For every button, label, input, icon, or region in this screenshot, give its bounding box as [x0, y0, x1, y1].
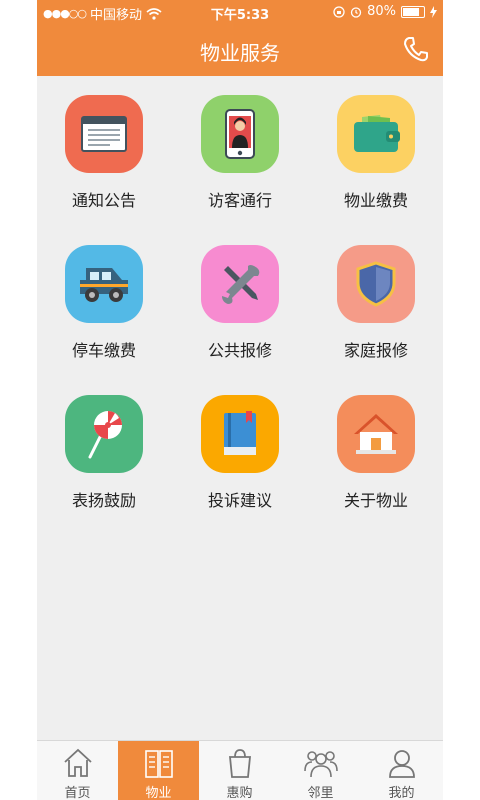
app-screen: ●●●○○ 中国移动 下午5:33 80% 物业服务 通知公告 访客通行 物业缴…	[37, 0, 443, 800]
shield-icon	[356, 261, 396, 307]
tab-label: 邻里	[307, 786, 334, 800]
service-property-fee[interactable]: 物业缴费	[316, 76, 436, 216]
car-icon	[80, 268, 128, 302]
public-repair-tile-icon	[201, 245, 279, 323]
about-tile-icon	[337, 395, 415, 473]
rotation-lock-icon	[333, 5, 345, 18]
tab-bar: 首页 物业 惠购 邻里 我的	[37, 740, 443, 800]
tab-shopping[interactable]: 惠购	[199, 741, 280, 800]
service-label: 停车缴费	[71, 341, 136, 360]
wallet-icon	[354, 115, 400, 152]
tab-label: 惠购	[226, 786, 253, 800]
fee-tile-icon	[337, 95, 415, 173]
house-icon	[354, 414, 398, 454]
service-label: 投诉建议	[207, 491, 272, 510]
home-repair-tile-icon	[337, 245, 415, 323]
tab-neighbors[interactable]: 邻里	[280, 741, 361, 800]
service-public-repair[interactable]: 公共报修	[180, 226, 300, 366]
service-label: 关于物业	[343, 491, 408, 510]
lollipop-icon	[88, 411, 122, 459]
tab-property[interactable]: 物业	[118, 741, 199, 800]
status-bar: ●●●○○ 中国移动 下午5:33 80%	[37, 0, 443, 24]
wrench-screwdriver-icon	[222, 265, 260, 304]
tab-label: 物业	[145, 786, 172, 800]
user-icon	[388, 750, 415, 778]
service-label: 家庭报修	[343, 341, 408, 360]
service-label: 表扬鼓励	[71, 491, 136, 510]
tab-home[interactable]: 首页	[37, 741, 118, 800]
tab-profile[interactable]: 我的	[361, 741, 442, 800]
service-label: 访客通行	[207, 191, 272, 210]
phone-icon[interactable]	[401, 34, 431, 64]
service-visitor[interactable]: 访客通行	[180, 76, 300, 216]
service-about[interactable]: 关于物业	[316, 376, 436, 516]
shopping-bag-icon	[228, 749, 251, 778]
group-icon	[303, 751, 338, 778]
notice-tile-icon	[65, 95, 143, 173]
service-label: 物业缴费	[343, 191, 408, 210]
book-icon	[224, 411, 256, 455]
nav-bar: 物业服务	[37, 24, 443, 76]
service-label: 通知公告	[71, 191, 136, 210]
window-icon	[81, 116, 127, 152]
service-label: 公共报修	[207, 341, 272, 360]
parking-tile-icon	[65, 245, 143, 323]
tab-label: 首页	[64, 786, 91, 800]
tab-label: 我的	[388, 786, 415, 800]
service-parking-fee[interactable]: 停车缴费	[44, 226, 164, 366]
service-notice[interactable]: 通知公告	[44, 76, 164, 216]
battery-level: 80%	[367, 4, 396, 19]
praise-tile-icon	[65, 395, 143, 473]
complaint-tile-icon	[201, 395, 279, 473]
service-praise[interactable]: 表扬鼓励	[44, 376, 164, 516]
battery-icon	[401, 5, 425, 18]
service-complaint[interactable]: 投诉建议	[180, 376, 300, 516]
visitor-tile-icon	[201, 95, 279, 173]
alarm-icon	[350, 6, 362, 18]
page-title: 物业服务	[200, 41, 280, 65]
service-home-repair[interactable]: 家庭报修	[316, 226, 436, 366]
charging-icon	[430, 5, 437, 18]
home-icon	[63, 748, 92, 777]
status-indicators: 80%	[333, 4, 437, 19]
building-icon	[144, 750, 173, 778]
smartphone-person-icon	[225, 109, 255, 159]
